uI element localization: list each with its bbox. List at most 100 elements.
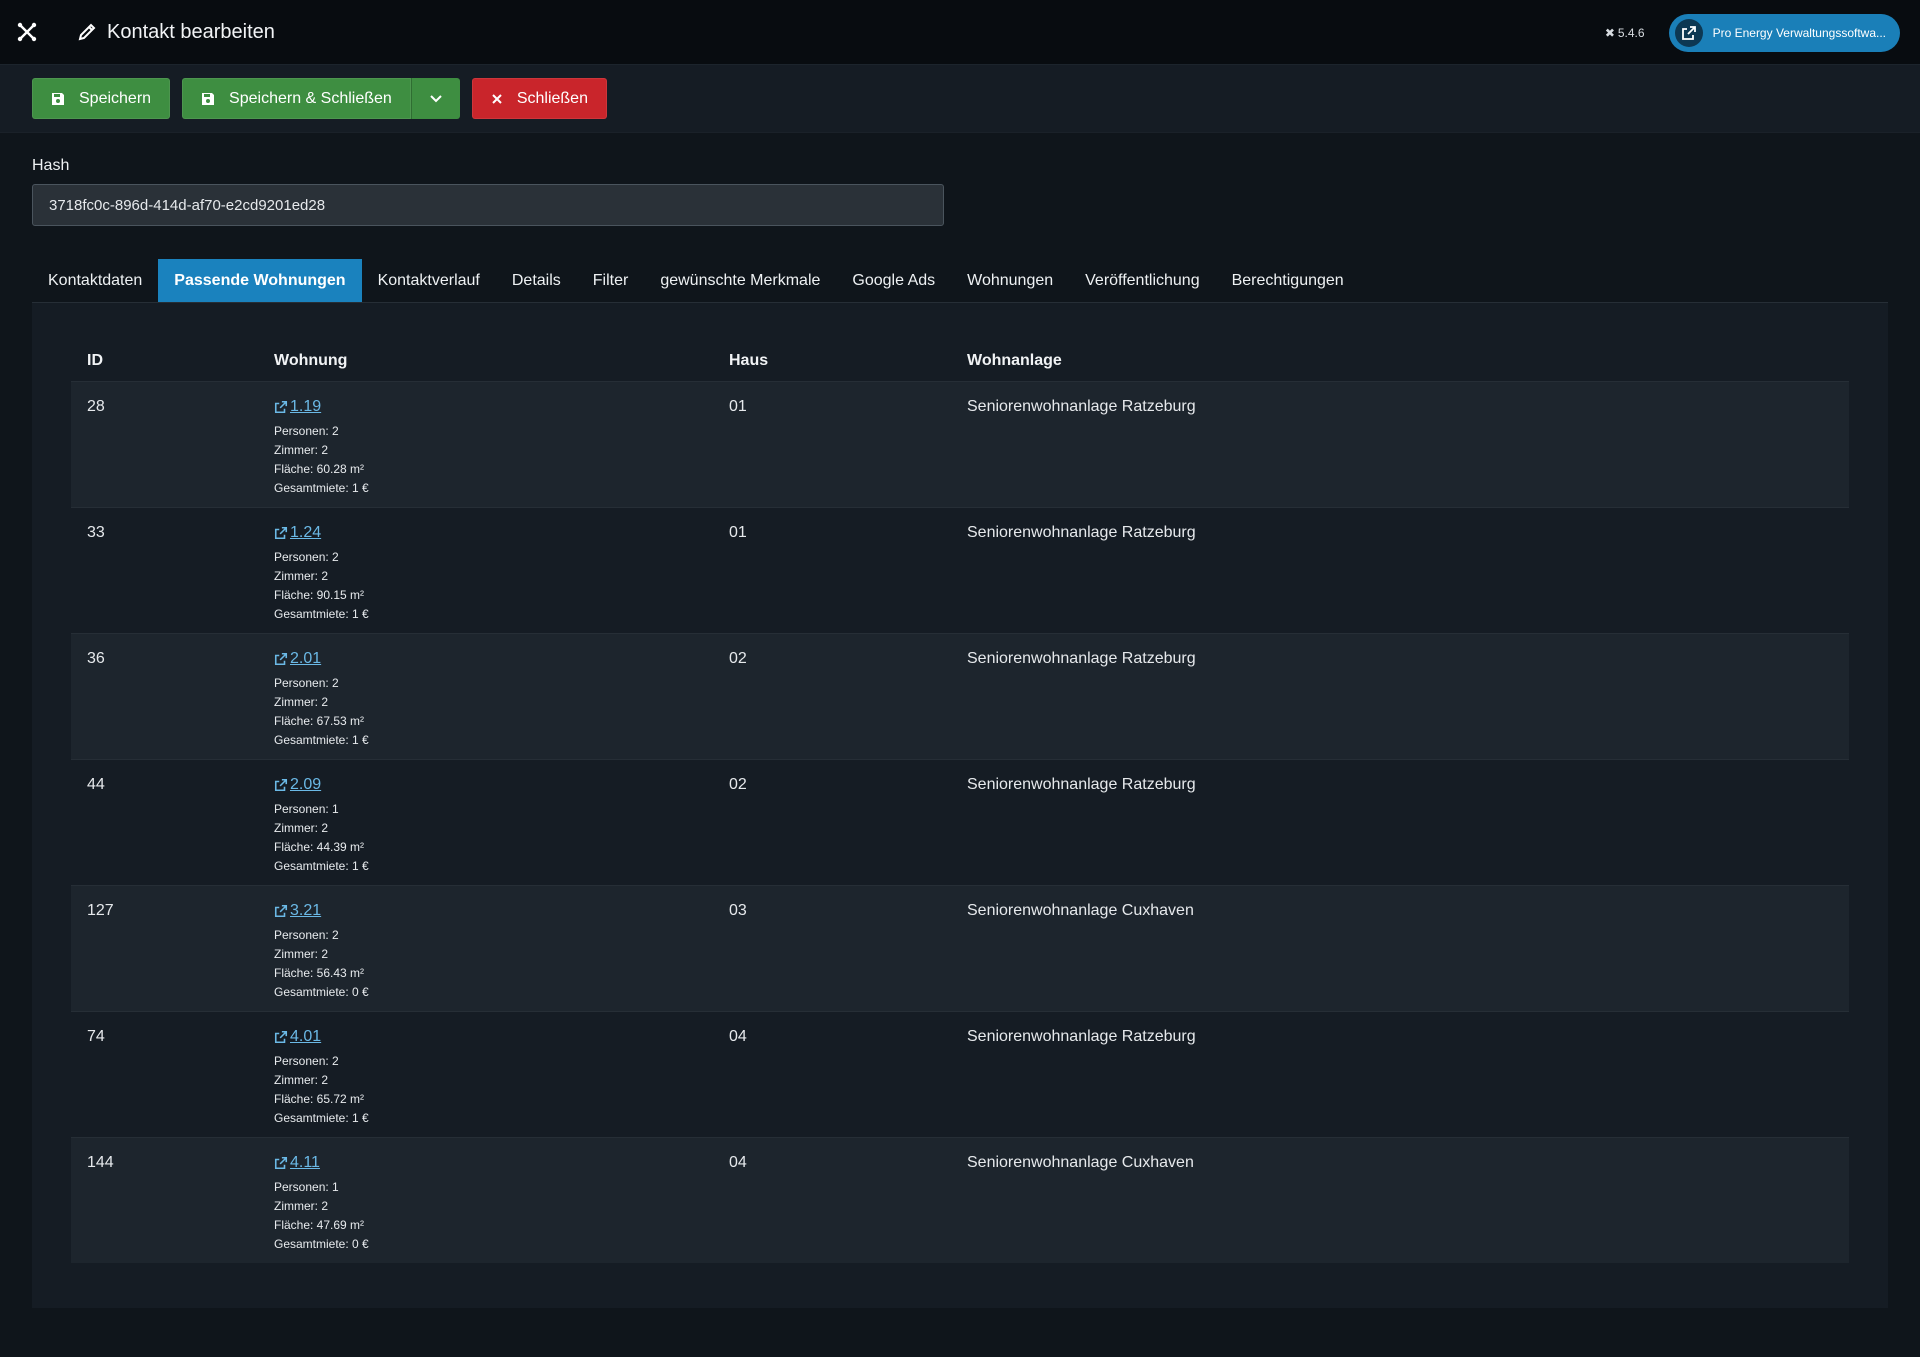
detail-zimmer: Zimmer: 2 [274, 821, 328, 835]
header-right: ✖ 5.4.6 Pro Energy Verwaltungssoftwa... [1605, 0, 1900, 65]
apartment-details: Personen: 2 Zimmer: 2 Fläche: 56.43 m² G… [274, 926, 729, 1002]
external-link-icon [1674, 18, 1703, 47]
tab-berechtigungen[interactable]: Berechtigungen [1216, 259, 1360, 302]
floppy-disk-icon [52, 92, 64, 105]
cell-id: 44 [87, 776, 105, 793]
hash-field[interactable]: 3718fc0c-896d-414d-af70-e2cd9201ed28 [32, 184, 944, 226]
apartment-link[interactable]: 3.21 [274, 902, 321, 920]
cell-haus: 01 [729, 524, 747, 541]
apartment-link[interactable]: 1.19 [274, 398, 321, 416]
cell-wohnung: 1.24 Personen: 2 Zimmer: 2 Fläche: 90.15… [274, 524, 729, 633]
save-label: Speichern [79, 89, 152, 107]
detail-gesamtmiete: Gesamtmiete: 0 € [274, 985, 369, 999]
detail-gesamtmiete: Gesamtmiete: 1 € [274, 733, 369, 747]
save-close-label: Speichern & Schließen [229, 89, 392, 107]
table-row: 36 2.01 Personen: 2 Zimmer: 2 Fläche: 67… [71, 633, 1849, 759]
detail-zimmer: Zimmer: 2 [274, 569, 328, 583]
header-wohnanlage: Wohnanlage [967, 352, 1062, 369]
tabs-card: Kontaktdaten Passende Wohnungen Kontaktv… [32, 259, 1888, 1308]
cell-wohnung: 2.09 Personen: 1 Zimmer: 2 Fläche: 44.39… [274, 776, 729, 885]
table-header: ID Wohnung Haus Wohnanlage [71, 341, 1849, 381]
tab-details[interactable]: Details [496, 259, 577, 302]
joomla-logo-icon[interactable] [15, 20, 39, 44]
page-title-wrap: Kontakt bearbeiten [77, 21, 275, 44]
cell-haus: 04 [729, 1154, 747, 1171]
external-link-icon [274, 652, 288, 666]
x-icon [492, 93, 502, 104]
page-title: Kontakt bearbeiten [107, 20, 275, 43]
save-close-split: Speichern & Schließen [182, 78, 460, 119]
tab-kontaktverlauf[interactable]: Kontaktverlauf [362, 259, 496, 302]
cell-wohnanlage: Seniorenwohnanlage Ratzeburg [967, 776, 1196, 793]
tab-passende-wohnungen[interactable]: Passende Wohnungen [158, 259, 362, 302]
external-link-icon [274, 400, 288, 414]
apartment-number: 1.19 [290, 398, 322, 415]
cell-id: 28 [87, 398, 105, 415]
table-row: 28 1.19 Personen: 2 Zimmer: 2 Fläche: 60… [71, 381, 1849, 507]
detail-zimmer: Zimmer: 2 [274, 695, 328, 709]
apartment-link[interactable]: 4.11 [274, 1154, 320, 1172]
content: Hash 3718fc0c-896d-414d-af70-e2cd9201ed2… [0, 133, 1920, 1308]
cell-id: 36 [87, 650, 105, 667]
apartment-number: 2.01 [290, 650, 322, 667]
apartment-link[interactable]: 2.01 [274, 650, 321, 668]
external-link-icon [274, 904, 288, 918]
cell-id: 74 [87, 1028, 105, 1045]
apartment-link[interactable]: 2.09 [274, 776, 321, 794]
cell-id: 144 [87, 1154, 114, 1171]
close-label: Schließen [516, 89, 588, 107]
table-body: 28 1.19 Personen: 2 Zimmer: 2 Fläche: 60… [71, 381, 1849, 1263]
cell-wohnung: 1.19 Personen: 2 Zimmer: 2 Fläche: 60.28… [274, 398, 729, 507]
apartment-details: Personen: 2 Zimmer: 2 Fläche: 90.15 m² G… [274, 548, 729, 624]
table-row: 127 3.21 Personen: 2 Zimmer: 2 Fläche: 5… [71, 885, 1849, 1011]
table-row: 144 4.11 Personen: 1 Zimmer: 2 Fläche: 4… [71, 1137, 1849, 1263]
detail-personen: Personen: 2 [274, 550, 339, 564]
detail-flaeche: Fläche: 60.28 m² [274, 462, 365, 476]
detail-gesamtmiete: Gesamtmiete: 1 € [274, 481, 369, 495]
tab-google-ads[interactable]: Google Ads [836, 259, 951, 302]
detail-gesamtmiete: Gesamtmiete: 1 € [274, 1111, 369, 1125]
save-close-button[interactable]: Speichern & Schließen [182, 78, 411, 119]
cell-id: 33 [87, 524, 105, 541]
detail-zimmer: Zimmer: 2 [274, 443, 328, 457]
pencil-icon [77, 22, 97, 42]
cell-haus: 03 [729, 902, 747, 919]
cell-wohnanlage: Seniorenwohnanlage Ratzeburg [967, 650, 1196, 667]
cell-wohnanlage: Seniorenwohnanlage Cuxhaven [967, 902, 1194, 919]
detail-flaeche: Fläche: 65.72 m² [274, 1092, 365, 1106]
detail-personen: Personen: 2 [274, 1054, 339, 1068]
apartment-link[interactable]: 4.01 [274, 1028, 321, 1046]
header-haus: Haus [729, 352, 769, 369]
apartment-number: 2.09 [290, 776, 322, 793]
external-link-icon [274, 526, 288, 540]
tab-filter[interactable]: Filter [577, 259, 645, 302]
apartment-details: Personen: 2 Zimmer: 2 Fläche: 67.53 m² G… [274, 674, 729, 750]
cell-haus: 01 [729, 398, 747, 415]
cell-wohnung: 4.11 Personen: 1 Zimmer: 2 Fläche: 47.69… [274, 1154, 729, 1263]
tab-kontaktdaten[interactable]: Kontaktdaten [32, 259, 158, 302]
detail-flaeche: Fläche: 44.39 m² [274, 840, 365, 854]
save-button[interactable]: Speichern [32, 78, 171, 119]
cell-wohnanlage: Seniorenwohnanlage Cuxhaven [967, 1154, 1194, 1171]
floppy-disk-icon [202, 92, 215, 105]
apartment-details: Personen: 2 Zimmer: 2 Fläche: 65.72 m² G… [274, 1052, 729, 1128]
cell-wohnanlage: Seniorenwohnanlage Ratzeburg [967, 524, 1196, 541]
matching-apartments-table: ID Wohnung Haus Wohnanlage 28 1.19 Perso… [32, 303, 1888, 1263]
site-link-label: Pro Energy Verwaltungssoftwa... [1712, 25, 1886, 40]
tab-bar: Kontaktdaten Passende Wohnungen Kontaktv… [32, 259, 1888, 303]
external-link-icon [274, 1156, 288, 1170]
detail-gesamtmiete: Gesamtmiete: 1 € [274, 607, 369, 621]
cell-wohnung: 2.01 Personen: 2 Zimmer: 2 Fläche: 67.53… [274, 650, 729, 759]
external-link-icon [274, 1030, 288, 1044]
tab-veroeffentlichung[interactable]: Veröffentlichung [1069, 259, 1215, 302]
table-row: 44 2.09 Personen: 1 Zimmer: 2 Fläche: 44… [71, 759, 1849, 885]
tab-gewuenschte-merkmale[interactable]: gewünschte Merkmale [644, 259, 836, 302]
close-button[interactable]: Schließen [471, 78, 607, 119]
save-dropdown-toggle[interactable] [410, 78, 460, 119]
tab-wohnungen[interactable]: Wohnungen [951, 259, 1069, 302]
apartment-number: 4.01 [290, 1028, 322, 1045]
apartment-number: 4.11 [290, 1154, 320, 1171]
joomla-small-icon: ✖ [1604, 25, 1615, 40]
site-link-button[interactable]: Pro Energy Verwaltungssoftwa... [1668, 13, 1900, 52]
apartment-link[interactable]: 1.24 [274, 524, 321, 542]
